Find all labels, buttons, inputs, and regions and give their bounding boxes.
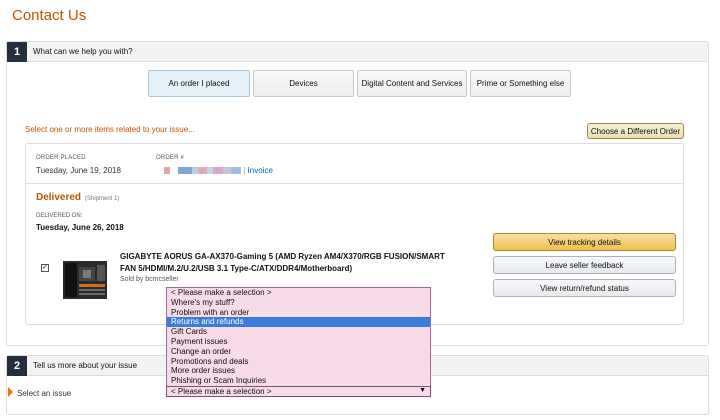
select-issue-label: Select an issue [17, 389, 72, 398]
tab-digital-content[interactable]: Digital Content and Services [357, 70, 467, 97]
invoice-link[interactable]: Invoice [248, 166, 273, 175]
section-title: Tell us more about your issue [33, 361, 138, 370]
issue-dropdown-list[interactable]: < Please make a selection > Where's my s… [166, 287, 431, 397]
order-meta-bar: ORDER PLACED Tuesday, June 19, 2018 ORDE… [26, 144, 683, 184]
dropdown-option[interactable]: Gift Cards [167, 327, 430, 337]
issue-select-value: < Please make a selection > [171, 387, 272, 396]
order-number-label: ORDER # [156, 155, 185, 161]
tab-order-placed[interactable]: An order I placed [148, 70, 250, 97]
choose-different-order-button[interactable]: Choose a Different Order [587, 123, 684, 139]
item-title: GIGABYTE AORUS GA-AX370-Gaming 5 (AMD Ry… [120, 252, 445, 273]
item-checkbox[interactable]: ✓ [41, 264, 49, 272]
section-title: What can we help you with? [33, 47, 133, 56]
category-tabs: An order I placed Devices Digital Conten… [148, 70, 571, 97]
dropdown-option[interactable]: Payment issues [167, 337, 430, 347]
item-seller: Sold by bcmcseller [120, 276, 179, 283]
dropdown-option[interactable]: More order issues [167, 366, 430, 376]
dropdown-option[interactable]: Promotions and deals [167, 357, 430, 367]
delivery-status: Delivered (Shipment 1) [36, 192, 119, 203]
dropdown-option[interactable]: < Please make a selection > [167, 288, 430, 298]
issue-select[interactable]: < Please make a selection > ▼ [166, 386, 431, 397]
leave-feedback-button[interactable]: Leave seller feedback [493, 256, 676, 274]
section-header: 1 What can we help you with? [7, 41, 708, 62]
order-placed-value: Tuesday, June 19, 2018 [36, 166, 121, 175]
delivered-status-text: Delivered [36, 192, 82, 203]
order-separator: | [243, 166, 246, 175]
product-thumbnail [63, 261, 107, 299]
dropdown-option[interactable]: Change an order [167, 347, 430, 357]
caret-right-icon [8, 387, 13, 397]
delivered-on-label: DELIVERED ON: [36, 213, 83, 219]
step-number: 1 [7, 41, 27, 62]
step-number: 2 [7, 355, 27, 376]
view-tracking-button[interactable]: View tracking details [493, 233, 676, 251]
delivered-on-value: Tuesday, June 26, 2018 [36, 223, 124, 232]
order-placed-label: ORDER PLACED [36, 155, 86, 161]
dropdown-option[interactable]: Phishing or Scam Inquiries [167, 376, 430, 386]
chevron-down-icon[interactable]: ▼ [419, 387, 426, 394]
return-status-button[interactable]: View return/refund status [493, 279, 676, 297]
order-number-value: | Invoice [164, 166, 273, 175]
tab-prime-or-else[interactable]: Prime or Something else [470, 70, 571, 97]
page-title: Contact Us [12, 7, 87, 24]
tab-devices[interactable]: Devices [253, 70, 354, 97]
shipment-label: (Shipment 1) [85, 196, 120, 202]
select-items-hint: Select one or more items related to your… [25, 125, 195, 134]
dropdown-option[interactable]: Problem with an order [167, 308, 430, 318]
dropdown-option-highlighted[interactable]: Returns and refunds [167, 317, 430, 328]
dropdown-option[interactable]: Where's my stuff? [167, 298, 430, 308]
